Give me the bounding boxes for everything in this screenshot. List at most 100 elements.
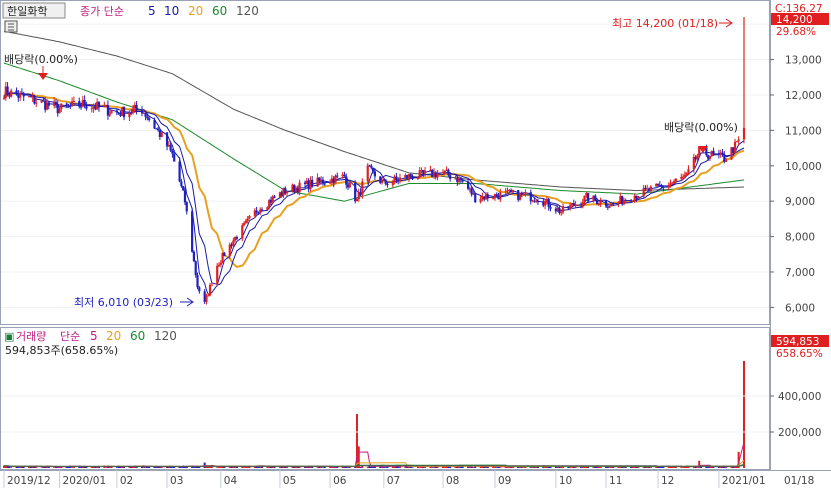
volume-bar <box>499 467 502 468</box>
volume-bar <box>146 466 149 468</box>
candle-body <box>604 200 608 207</box>
candle-body <box>217 264 221 266</box>
volume-bar <box>710 466 713 468</box>
y-tick-label: 7,000 <box>785 267 815 279</box>
volume-bar <box>624 467 627 468</box>
candle-body <box>97 101 101 108</box>
right-axis-area <box>770 0 831 488</box>
candle-body <box>255 210 258 213</box>
candle-body <box>153 119 156 129</box>
volume-title: 거래량 <box>16 330 46 343</box>
volume-bar <box>316 467 319 468</box>
volume-bar <box>743 360 745 468</box>
x-tick-label: 06 <box>333 475 347 487</box>
candle-body <box>336 175 339 177</box>
candle-body <box>671 182 674 184</box>
volume-bar <box>570 467 573 468</box>
candle-body <box>115 110 118 113</box>
volume-bar <box>6 466 9 468</box>
volume-bar <box>90 467 93 468</box>
x-axis-right-date: 01/18 <box>784 475 814 487</box>
price-panel[interactable] <box>0 0 770 325</box>
candle-body <box>495 194 498 197</box>
candle-body <box>122 106 126 118</box>
y-tick-label: 9,000 <box>785 196 815 208</box>
volume-bar <box>359 466 362 468</box>
stock-chart-window[interactable]: 한일화학 종가 단순 5 10 20 60 120 배당락(0.00%) 배당락(0.0… <box>0 0 831 488</box>
volume-bar <box>332 467 335 468</box>
candle-body <box>135 104 138 110</box>
candle-body <box>311 179 314 187</box>
candle-body <box>165 132 169 147</box>
candle-body <box>205 295 208 302</box>
candle-body <box>733 141 737 153</box>
candle-body <box>681 176 685 178</box>
candle-body <box>560 212 563 214</box>
volume-bar <box>83 466 86 468</box>
x-tick-label: 09 <box>498 475 511 487</box>
current-pct: 29.68% <box>776 26 816 38</box>
candle-body <box>173 153 176 162</box>
candle-body <box>708 156 712 159</box>
candle-body <box>196 275 199 288</box>
x-tick-label: 2020/01 <box>63 475 107 487</box>
ma-legend-60: 60 <box>212 4 227 18</box>
candle-body <box>547 198 550 208</box>
volume-badge-pct: 658.65% <box>776 348 823 360</box>
chart-canvas[interactable]: 한일화학 종가 단순 5 10 20 60 120 배당락(0.00%) 배당락(0.0… <box>0 0 831 488</box>
candle-body <box>183 190 187 203</box>
candle-body <box>144 112 147 117</box>
candle-body <box>544 200 547 206</box>
candle-body <box>447 169 450 176</box>
candle-body <box>242 223 246 226</box>
stock-name: 한일화학 <box>7 4 47 18</box>
x-tick-label: 11 <box>609 475 622 487</box>
volume-bar <box>216 467 219 468</box>
candle-body <box>194 261 197 276</box>
volume-bar <box>96 467 99 468</box>
candle-body <box>6 86 9 96</box>
x-tick-label: 2019/12 <box>7 475 51 487</box>
volume-bar <box>361 466 364 468</box>
vol-tick-label: 200,000 <box>778 427 821 439</box>
candle-body <box>504 191 507 193</box>
candle-body <box>597 203 600 205</box>
candle-body <box>235 237 239 239</box>
volume-bar <box>545 466 548 468</box>
y-tick-label: 11,000 <box>785 125 822 137</box>
volume-bar <box>372 466 375 468</box>
candle-body <box>182 186 185 191</box>
date-x-axis: 2019/12 2020/01 02 03 04 05 06 07 08 09 10 11 12 2021… <box>3 470 766 488</box>
candle-body <box>524 192 527 194</box>
candle-body <box>617 201 620 204</box>
candle-body <box>416 177 419 180</box>
volume-bar <box>658 467 661 468</box>
candle-body <box>83 99 86 106</box>
candle-body <box>474 192 477 203</box>
candle-body <box>583 195 586 203</box>
candle-body <box>241 225 244 239</box>
candle-body <box>735 141 738 143</box>
candle-body <box>223 252 226 257</box>
volume-bar <box>266 466 269 468</box>
candle-body <box>108 113 111 116</box>
candle-body <box>536 201 540 203</box>
candle-body <box>130 112 133 114</box>
volume-bar <box>218 467 221 468</box>
candle-body <box>244 220 247 224</box>
candle-body <box>2 97 6 99</box>
candle-body <box>674 178 678 182</box>
volume-bar <box>712 467 715 468</box>
volume-bar <box>696 467 699 468</box>
candle-body <box>246 218 249 221</box>
candle-body <box>198 287 201 292</box>
candle-body <box>624 200 627 202</box>
candle-body <box>398 177 402 181</box>
candle-body <box>712 150 715 154</box>
candle-body <box>685 172 688 175</box>
candle-body <box>569 205 572 209</box>
current-volume-text: 594,853주(658.65%) <box>5 344 118 357</box>
volume-bar <box>708 466 711 468</box>
candle-body <box>409 174 412 178</box>
candle-body <box>185 202 188 212</box>
